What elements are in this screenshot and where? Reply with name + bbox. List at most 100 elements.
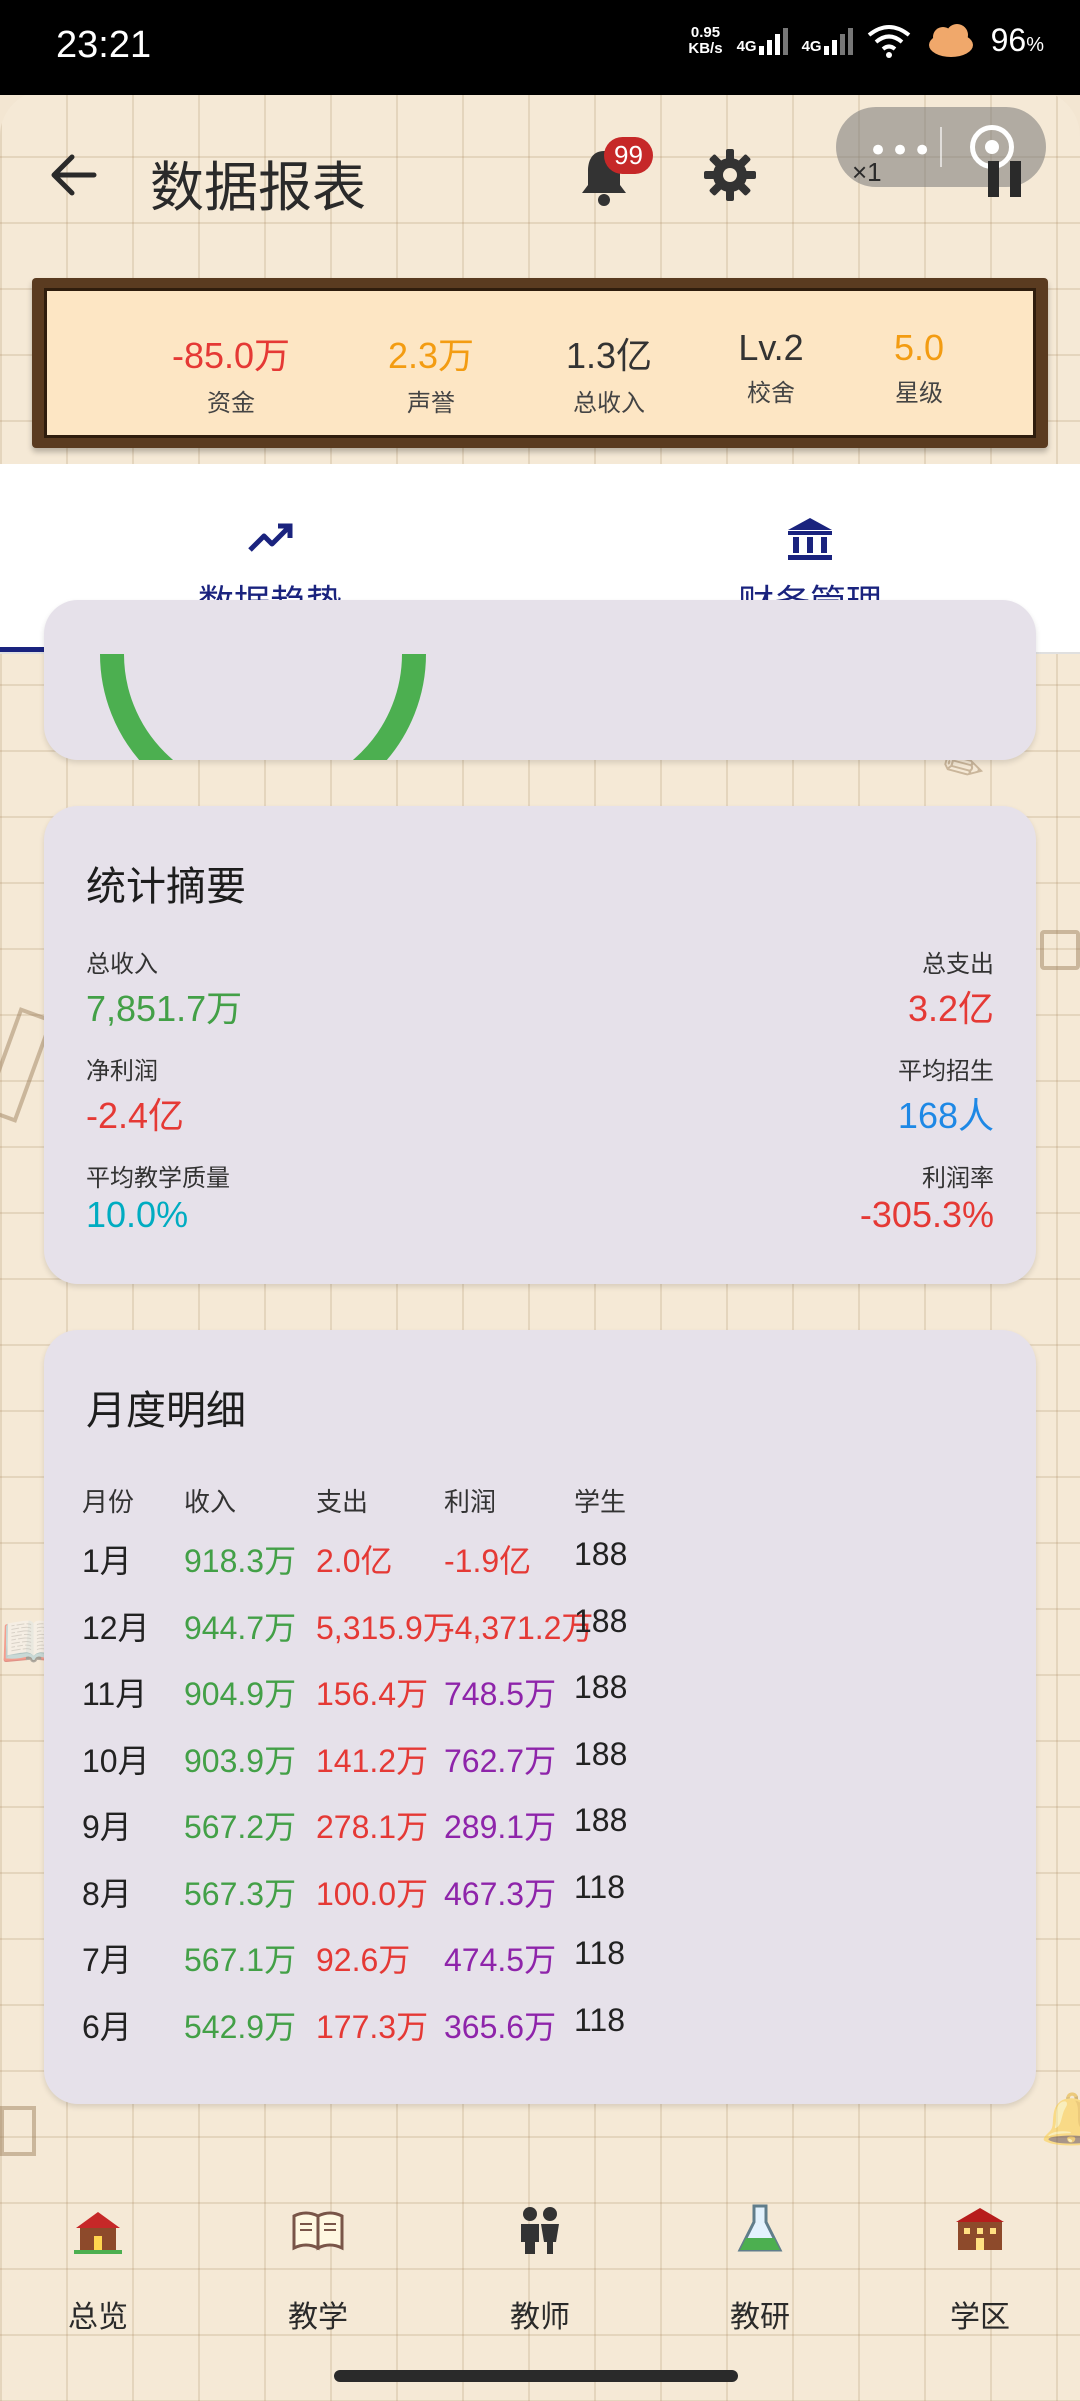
nav-district[interactable]: 学区 bbox=[890, 2180, 1070, 2360]
cell-month: 8月 bbox=[82, 1875, 132, 1912]
network-speed-value: 0.95 bbox=[690, 23, 721, 41]
nav-overview-label: 总览 bbox=[68, 2300, 128, 2335]
battery-unit: % bbox=[1026, 34, 1044, 56]
stat-building-level-value: Lv.2 bbox=[738, 327, 804, 368]
stat-reputation-value: 2.3万 bbox=[387, 335, 475, 376]
cell-profit: 762.7万 bbox=[444, 1742, 557, 1779]
stat-funds: -85.0万 资金 bbox=[151, 327, 311, 418]
cell-expense: 5,315.9万 bbox=[316, 1609, 455, 1646]
nav-research[interactable]: 教研 bbox=[670, 2180, 850, 2360]
stat-building-level: Lv.2 校舍 bbox=[691, 327, 851, 408]
avg-quality-value: 10.0% bbox=[86, 1194, 189, 1235]
nav-teaching[interactable]: 教学 bbox=[228, 2180, 408, 2360]
bank-icon bbox=[788, 518, 832, 560]
school-house-icon bbox=[74, 2212, 122, 2254]
cloud-icon bbox=[928, 23, 973, 57]
back-arrow-icon[interactable] bbox=[46, 147, 102, 203]
header-expense: 支出 bbox=[316, 1488, 369, 1518]
total-expense-value: 3.2亿 bbox=[907, 988, 994, 1029]
cell-students: 188 bbox=[574, 1536, 628, 1572]
wifi-icon bbox=[867, 24, 910, 58]
cell-income: 567.1万 bbox=[184, 1942, 297, 1978]
cell-expense: 141.2万 bbox=[316, 1742, 429, 1779]
header-month: 月份 bbox=[82, 1488, 135, 1518]
avg-enroll-label: 平均招生 bbox=[898, 1057, 994, 1085]
resource-board: -85.0万 资金 2.3万 声誉 1.3亿 总收入 Lv.2 校舍 5.0 星… bbox=[32, 278, 1048, 448]
cell-month: 9月 bbox=[82, 1809, 132, 1845]
donut-chart bbox=[100, 653, 426, 760]
network-speed-unit: KB/s bbox=[688, 39, 723, 57]
header-income: 收入 bbox=[184, 1488, 237, 1518]
cell-month: 6月 bbox=[82, 2008, 132, 2045]
desk-doodle-icon bbox=[1040, 930, 1080, 970]
cell-expense: 278.1万 bbox=[316, 1809, 429, 1845]
cell-profit: 474.5万 bbox=[444, 1942, 557, 1978]
cell-profit: -1.9亿 bbox=[444, 1543, 532, 1579]
cell-income: 904.9万 bbox=[184, 1676, 297, 1712]
cell-income: 903.9万 bbox=[184, 1742, 297, 1779]
trending-up-icon bbox=[248, 523, 293, 552]
cell-expense: 156.4万 bbox=[316, 1676, 429, 1712]
chair-doodle-icon bbox=[0, 2106, 36, 2156]
cell-students: 118 bbox=[574, 2001, 626, 2038]
flask-icon bbox=[737, 2204, 783, 2252]
notification-badge: 99 bbox=[604, 137, 653, 174]
nav-district-label: 学区 bbox=[950, 2300, 1010, 2335]
bottom-nav: 总览 教学 教师 教研 学区 bbox=[0, 2180, 1080, 2360]
settings-gear-icon[interactable] bbox=[702, 147, 758, 203]
page-title: 数据报表 bbox=[150, 156, 366, 219]
net-profit-label: 净利润 bbox=[86, 1057, 158, 1085]
avg-enroll-value: 168人 bbox=[897, 1095, 994, 1136]
home-indicator[interactable] bbox=[334, 2370, 738, 2382]
trend-chart-card bbox=[44, 600, 1036, 760]
stat-star-rating: 5.0 星级 bbox=[839, 327, 999, 408]
monthly-title: 月度明细 bbox=[86, 1388, 246, 1434]
bell-doodle-icon: 🔔 bbox=[1040, 2090, 1080, 2148]
nav-overview[interactable]: 总览 bbox=[8, 2180, 188, 2360]
resource-board-panel: -85.0万 资金 2.3万 声誉 1.3亿 总收入 Lv.2 校舍 5.0 星… bbox=[44, 288, 1036, 438]
nav-teachers[interactable]: 教师 bbox=[450, 2180, 630, 2360]
summary-card: 统计摘要 总收入 7,851.7万 总支出 3.2亿 净利润 -2.4亿 平均招… bbox=[44, 806, 1036, 1284]
cell-month: 7月 bbox=[82, 1942, 132, 1978]
cell-profit: 365.6万 bbox=[444, 2008, 557, 2045]
speed-multiplier[interactable]: ×1 bbox=[852, 157, 882, 188]
signal-2-label: 4G bbox=[801, 37, 822, 55]
cell-month: 1月 bbox=[82, 1543, 132, 1579]
cell-income: 944.7万 bbox=[184, 1609, 297, 1646]
status-indicators: 0.95 KB/s 4G 4G 96% bbox=[688, 22, 1044, 59]
cell-expense: 100.0万 bbox=[316, 1875, 429, 1912]
stat-star-rating-label: 星级 bbox=[895, 379, 943, 407]
cell-month: 12月 bbox=[82, 1609, 150, 1646]
cell-expense: 2.0亿 bbox=[316, 1543, 393, 1579]
signal-1-label: 4G bbox=[736, 37, 757, 55]
stat-building-level-label: 校舍 bbox=[747, 379, 795, 407]
profit-rate-label: 利润率 bbox=[922, 1164, 994, 1192]
stat-reputation: 2.3万 声誉 bbox=[351, 327, 511, 418]
cell-month: 10月 bbox=[82, 1742, 150, 1779]
monthly-detail-card: 月度明细 月份 收入 支出 利润 学生 1月 918.3万 2.0亿 -1.9亿 188 12月 94… bbox=[44, 1330, 1036, 2104]
open-book-icon bbox=[292, 2211, 344, 2251]
cell-income: 567.2万 bbox=[184, 1809, 297, 1845]
cell-income: 542.9万 bbox=[184, 2008, 297, 2045]
stat-star-rating-value: 5.0 bbox=[893, 327, 945, 368]
header-profit: 利润 bbox=[444, 1488, 497, 1518]
total-income-label: 总收入 bbox=[86, 950, 158, 978]
nav-teachers-label: 教师 bbox=[510, 2300, 570, 2335]
cell-profit: 289.1万 bbox=[444, 1809, 557, 1845]
cell-income: 918.3万 bbox=[184, 1543, 297, 1579]
status-bar: 23:21 0.95 KB/s 4G 4G 96% bbox=[0, 0, 1080, 95]
nav-research-label: 教研 bbox=[730, 2300, 790, 2335]
status-time: 23:21 bbox=[56, 24, 152, 66]
battery-level: 96% bbox=[991, 22, 1044, 59]
cell-profit: 748.5万 bbox=[444, 1676, 557, 1712]
profit-rate-value: -305.3% bbox=[859, 1194, 994, 1235]
stat-total-income-label: 总收入 bbox=[573, 389, 645, 417]
cell-profit: 467.3万 bbox=[444, 1875, 557, 1912]
cell-students: 118 bbox=[574, 1868, 626, 1905]
app-header: 数据报表 99 ••• ×1 bbox=[0, 95, 1080, 265]
capsule-divider bbox=[940, 127, 942, 167]
pause-icon[interactable] bbox=[988, 161, 1022, 197]
teachers-icon bbox=[521, 2207, 559, 2254]
summary-title: 统计摘要 bbox=[86, 864, 246, 910]
cell-students: 188 bbox=[574, 1602, 628, 1639]
